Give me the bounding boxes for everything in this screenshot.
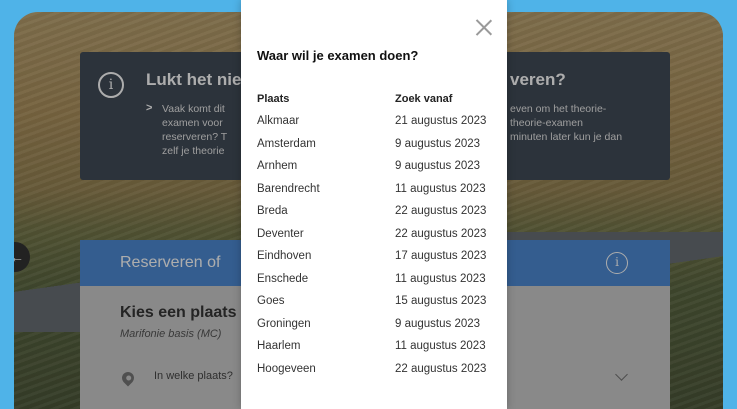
available-date[interactable]: 17 augustus 2023: [395, 245, 486, 268]
table-row[interactable]: Deventer 22 augustus 2023: [257, 223, 486, 246]
column-header-date: Zoek vanaf: [395, 93, 453, 105]
table-row[interactable]: Barendrecht 11 augustus 2023: [257, 178, 486, 201]
places-table: Plaats Zoek vanaf Alkmaar 21 augustus 202…: [257, 88, 486, 380]
table-row[interactable]: Hoogeveen 22 augustus 2023: [257, 358, 486, 381]
available-date[interactable]: 11 augustus 2023: [395, 178, 486, 201]
table-row[interactable]: Groningen 9 augustus 2023: [257, 313, 486, 336]
place-name[interactable]: Haarlem: [257, 335, 395, 358]
available-date[interactable]: 22 augustus 2023: [395, 223, 486, 246]
place-name[interactable]: Alkmaar: [257, 110, 395, 133]
available-date[interactable]: 9 augustus 2023: [395, 313, 486, 336]
table-row[interactable]: Haarlem 11 augustus 2023: [257, 335, 486, 358]
table-row[interactable]: Enschede 11 augustus 2023: [257, 268, 486, 291]
place-name[interactable]: Breda: [257, 200, 395, 223]
table-row[interactable]: Amsterdam 9 augustus 2023: [257, 133, 486, 156]
available-date[interactable]: 22 augustus 2023: [395, 358, 486, 381]
available-date[interactable]: 22 augustus 2023: [395, 200, 486, 223]
table-row[interactable]: Alkmaar 21 augustus 2023: [257, 110, 486, 133]
close-icon[interactable]: [475, 18, 493, 36]
place-name[interactable]: Groningen: [257, 313, 395, 336]
available-date[interactable]: 9 augustus 2023: [395, 155, 486, 178]
table-row[interactable]: Arnhem 9 augustus 2023: [257, 155, 486, 178]
available-date[interactable]: 15 augustus 2023: [395, 290, 486, 313]
table-header-row: Plaats Zoek vanaf: [257, 88, 486, 110]
column-header-place: Plaats: [257, 93, 290, 105]
table-row[interactable]: Eindhoven 17 augustus 2023: [257, 245, 486, 268]
place-name[interactable]: Eindhoven: [257, 245, 395, 268]
place-selection-modal: Waar wil je examen doen? Plaats Zoek van…: [241, 0, 507, 409]
table-row[interactable]: Breda 22 augustus 2023: [257, 200, 486, 223]
available-date[interactable]: 21 augustus 2023: [395, 110, 486, 133]
table-row[interactable]: Goes 15 augustus 2023: [257, 290, 486, 313]
place-name[interactable]: Hoogeveen: [257, 358, 395, 381]
modal-heading: Waar wil je examen doen?: [257, 48, 419, 63]
available-date[interactable]: 11 augustus 2023: [395, 335, 486, 358]
available-date[interactable]: 11 augustus 2023: [395, 268, 486, 291]
place-name[interactable]: Enschede: [257, 268, 395, 291]
available-date[interactable]: 9 augustus 2023: [395, 133, 486, 156]
place-name[interactable]: Amsterdam: [257, 133, 395, 156]
place-name[interactable]: Arnhem: [257, 155, 395, 178]
place-name[interactable]: Goes: [257, 290, 395, 313]
place-name[interactable]: Deventer: [257, 223, 395, 246]
place-name[interactable]: Barendrecht: [257, 178, 395, 201]
